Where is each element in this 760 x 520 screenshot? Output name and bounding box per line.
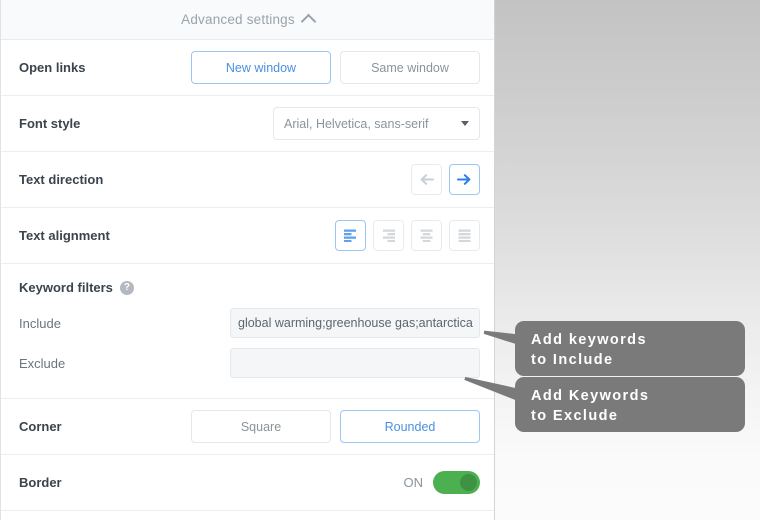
row-border: Border ON [1, 455, 494, 511]
font-style-controls: Arial, Helvetica, sans-serif [273, 107, 480, 140]
chevron-down-icon [461, 121, 469, 126]
align-right-icon [383, 229, 395, 242]
font-style-value: Arial, Helvetica, sans-serif [284, 116, 429, 131]
row-corner: Corner Square Rounded [1, 399, 494, 455]
corner-label: Corner [19, 419, 62, 434]
toggle-knob [460, 474, 477, 491]
align-justify-icon [458, 229, 471, 242]
callout-include: Add keywords to Include [515, 321, 745, 376]
arrow-left-icon [420, 174, 434, 185]
text-direction-label: Text direction [19, 172, 104, 187]
corner-square-button[interactable]: Square [191, 410, 331, 443]
arrow-right-icon [457, 174, 471, 185]
include-label: Include [19, 315, 61, 331]
background-gradient [495, 0, 760, 520]
open-links-new-window-button[interactable]: New window [191, 51, 331, 84]
text-direction-ltr-button[interactable] [411, 164, 442, 195]
page-title: Advanced settings [181, 12, 295, 27]
include-input[interactable]: global warming;greenhouse gas;antarctica [230, 308, 480, 338]
row-open-links: Open links New window Same window [1, 40, 494, 96]
open-links-label: Open links [19, 60, 86, 75]
font-style-select[interactable]: Arial, Helvetica, sans-serif [273, 107, 480, 140]
text-align-right-button[interactable] [373, 220, 404, 251]
border-toggle[interactable] [433, 471, 480, 494]
text-align-center-button[interactable] [411, 220, 442, 251]
align-left-icon [344, 229, 356, 242]
callout-exclude-line1: Add Keywords [531, 388, 650, 404]
callout-exclude-line2: to Exclude [531, 408, 619, 424]
row-font-style: Font style Arial, Helvetica, sans-serif [1, 96, 494, 152]
row-text-direction: Text direction [1, 152, 494, 208]
text-align-justify-button[interactable] [449, 220, 480, 251]
callout-exclude: Add Keywords to Exclude [515, 377, 745, 432]
row-text-alignment: Text alignment [1, 208, 494, 264]
text-alignment-controls [335, 220, 480, 251]
text-align-left-button[interactable] [335, 220, 366, 251]
font-style-label: Font style [19, 116, 81, 131]
advanced-settings-header[interactable]: Advanced settings [1, 0, 494, 40]
border-toggle-state: ON [403, 475, 424, 490]
keyword-filters-section: Keyword filters ? Include global warming… [1, 264, 494, 399]
text-direction-controls [411, 164, 480, 195]
keyword-filters-title: Keyword filters ? [19, 280, 480, 295]
border-controls: ON [403, 471, 480, 494]
open-links-same-window-button[interactable]: Same window [340, 51, 480, 84]
text-direction-rtl-button[interactable] [449, 164, 480, 195]
corner-controls: Square Rounded [191, 410, 480, 443]
keyword-exclude-row: Exclude [19, 348, 480, 378]
open-links-controls: New window Same window [191, 51, 480, 84]
callout-include-line1: Add keywords [531, 332, 647, 348]
keyword-filters-label: Keyword filters [19, 280, 113, 295]
exclude-input[interactable] [230, 348, 480, 378]
keyword-include-row: Include global warming;greenhouse gas;an… [19, 308, 480, 338]
border-label: Border [19, 475, 62, 490]
align-center-icon [420, 229, 433, 242]
chevron-up-icon[interactable] [300, 13, 317, 30]
text-alignment-label: Text alignment [19, 228, 110, 243]
exclude-label: Exclude [19, 355, 66, 371]
advanced-settings-panel: Advanced settings Open links New window … [0, 0, 495, 520]
help-circle-icon[interactable]: ? [119, 280, 134, 295]
callout-include-line2: to Include [531, 352, 614, 368]
corner-rounded-button[interactable]: Rounded [340, 410, 480, 443]
